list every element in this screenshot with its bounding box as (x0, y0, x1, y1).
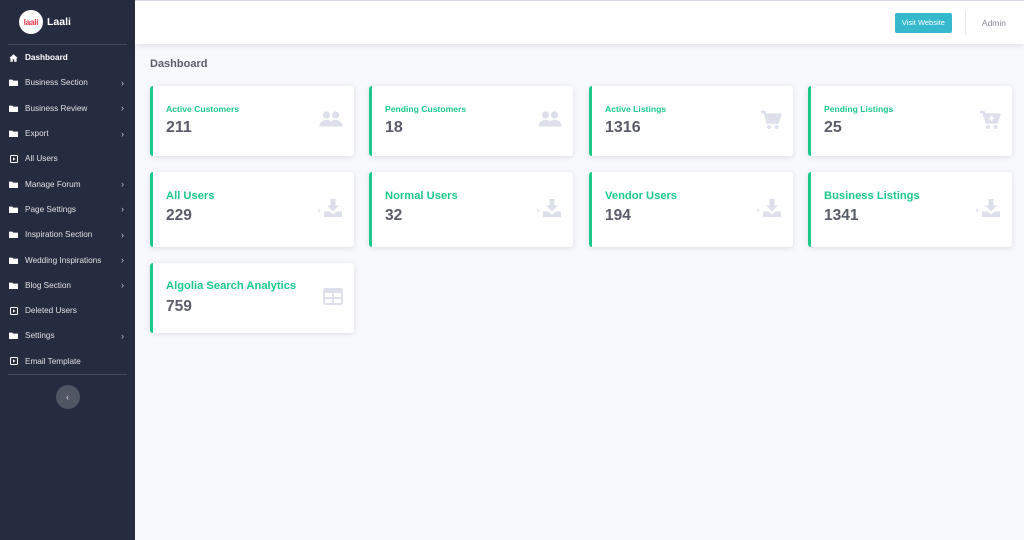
card-value: 229 (166, 207, 192, 224)
sidebar-nav: Dashboard Business Section › Business Revie… (0, 45, 135, 374)
card-label: Active Listings (605, 104, 667, 114)
sidebar-item-blog-section[interactable]: Blog Section › (0, 273, 135, 298)
square-caret-icon (9, 306, 18, 315)
card-value: 18 (385, 119, 403, 136)
folder-icon (9, 79, 18, 87)
sidebar-item-business-section[interactable]: Business Section › (0, 70, 135, 95)
stat-card-business-listings[interactable]: Business Listings 1341 (808, 172, 1012, 247)
card-value: 759 (166, 298, 192, 315)
sidebar-item-manage-forum[interactable]: Manage Forum › (0, 171, 135, 196)
sidebar-item-label: Page Settings (25, 204, 76, 214)
sidebar-item-all-users[interactable]: All Users (0, 146, 135, 171)
sidebar-item-deleted-users[interactable]: Deleted Users (0, 298, 135, 323)
sidebar-toggle-button[interactable]: ‹ (55, 384, 80, 409)
sidebar-item-label: Wedding Inspirations (25, 255, 102, 265)
sidebar-item-page-settings[interactable]: Page Settings › (0, 197, 135, 222)
folder-icon (9, 281, 18, 289)
chevron-right-icon: › (121, 179, 124, 190)
folder-icon (9, 104, 18, 112)
chevron-right-icon: › (121, 255, 124, 266)
card-label: Pending Customers (385, 104, 467, 114)
card-label: Active Customers (166, 104, 240, 114)
card-label: Normal Users (385, 190, 458, 202)
topbar: Visit Website Admin (135, 0, 1024, 44)
card-value: 1316 (605, 119, 641, 136)
folder-icon (9, 231, 18, 239)
main-content: Dashboard Active Customers 211 Pending C… (135, 44, 1024, 540)
sidebar-item-wedding-inspirations[interactable]: Wedding Inspirations › (0, 247, 135, 272)
folder-icon (9, 256, 18, 264)
stat-card-all-users[interactable]: All Users 229 (150, 172, 354, 247)
user-menu[interactable]: Admin (982, 18, 1006, 28)
folder-icon (9, 130, 18, 138)
folder-icon (9, 332, 18, 340)
users-icon (538, 110, 562, 128)
stat-card-pending-customers[interactable]: Pending Customers 18 (369, 86, 573, 156)
chevron-right-icon: › (121, 77, 124, 88)
cart-icon (760, 110, 782, 130)
square-caret-icon (9, 154, 18, 163)
card-label: All Users (166, 190, 215, 202)
sidebar-item-export[interactable]: Export › (0, 121, 135, 146)
sidebar-item-inspiration-section[interactable]: Inspiration Section › (0, 222, 135, 247)
chevron-right-icon: › (121, 280, 124, 291)
topbar-divider (964, 10, 966, 35)
download-icon (975, 198, 1001, 218)
folder-icon (9, 205, 18, 213)
stat-card-algolia-search-analytics[interactable]: Algolia Search Analytics 759 (150, 263, 354, 333)
card-value: 25 (824, 119, 842, 136)
stat-card-pending-listings[interactable]: Pending Listings 25 (808, 86, 1012, 156)
brand-logo: laali (19, 10, 43, 34)
card-value: 32 (385, 207, 403, 224)
download-icon (317, 198, 343, 218)
table-icon (323, 288, 343, 305)
card-label: Algolia Search Analytics (166, 280, 297, 292)
home-icon (9, 53, 18, 62)
chevron-right-icon: › (121, 330, 124, 341)
sidebar-item-label: Inspiration Section (25, 230, 93, 240)
sidebar-item-settings[interactable]: Settings › (0, 323, 135, 348)
stat-card-active-customers[interactable]: Active Customers 211 (150, 86, 354, 156)
sidebar-item-label: Export (25, 129, 49, 139)
sidebar-item-label: All Users (25, 154, 58, 164)
cart-plus-icon (979, 110, 1001, 130)
brand-name: Laali (47, 16, 71, 28)
stat-card-vendor-users[interactable]: Vendor Users 194 (589, 172, 793, 247)
chevron-right-icon: › (121, 229, 124, 240)
sidebar-item-label: Blog Section (25, 280, 71, 290)
card-label: Business Listings (824, 190, 920, 202)
card-value: 211 (166, 119, 192, 136)
sidebar-toggle-wrap: ‹ (0, 375, 135, 409)
visit-website-button[interactable]: Visit Website (894, 12, 952, 33)
sidebar-item-email-template[interactable]: Email Template (0, 349, 135, 374)
card-value: 1341 (824, 207, 859, 224)
card-value: 194 (605, 207, 631, 224)
sidebar-item-label: Deleted Users (25, 306, 77, 316)
page-title: Dashboard (150, 58, 208, 70)
download-icon (756, 198, 782, 218)
folder-icon (9, 180, 18, 188)
stat-card-active-listings[interactable]: Active Listings 1316 (589, 86, 793, 156)
brand[interactable]: laali Laali (0, 0, 135, 44)
card-label: Vendor Users (605, 190, 678, 202)
square-caret-icon (9, 357, 18, 366)
stat-card-normal-users[interactable]: Normal Users 32 (369, 172, 573, 247)
sidebar-item-business-review[interactable]: Business Review › (0, 96, 135, 121)
sidebar: laali Laali Dashboard Business Section › Bu… (0, 0, 135, 540)
sidebar-item-label: Manage Forum (25, 179, 81, 189)
download-icon (536, 198, 562, 218)
sidebar-item-label: Business Section (25, 78, 88, 88)
sidebar-item-dashboard[interactable]: Dashboard (0, 45, 135, 70)
sidebar-item-label: Email Template (25, 356, 81, 366)
chevron-right-icon: › (121, 204, 124, 215)
sidebar-item-label: Settings (25, 331, 55, 341)
sidebar-item-label: Dashboard (25, 53, 68, 63)
card-label: Pending Listings (824, 104, 894, 114)
chevron-right-icon: › (121, 128, 124, 139)
chevron-right-icon: › (121, 103, 124, 114)
sidebar-item-label: Business Review (25, 103, 88, 113)
users-icon (319, 110, 343, 128)
